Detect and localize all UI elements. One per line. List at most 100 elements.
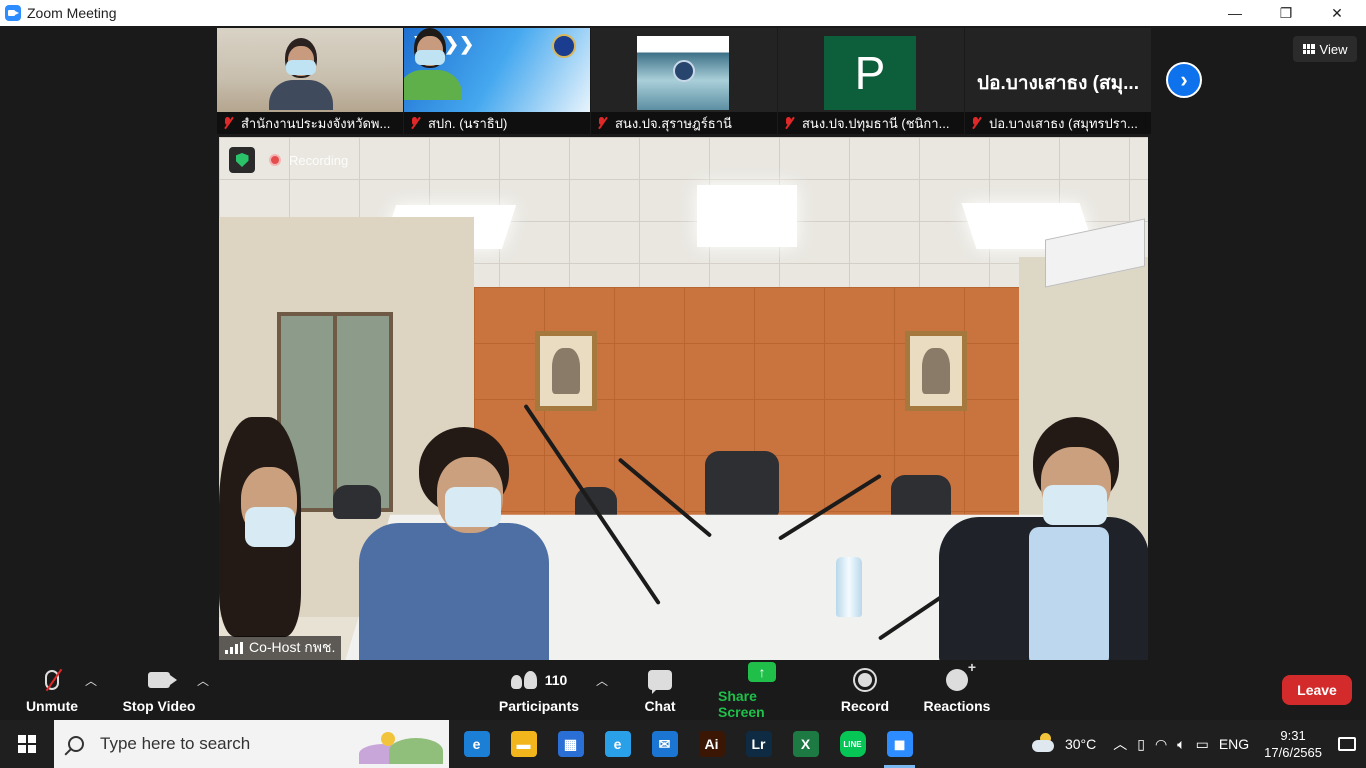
illustrator-icon: Ai — [698, 731, 725, 757]
taskbar-app[interactable]: ▦ — [547, 720, 594, 768]
notification-center-icon[interactable] — [1338, 737, 1356, 751]
participant-man — [349, 427, 569, 660]
participant-name: ปอ.บางเสาธง (สมุทรปรา... — [989, 115, 1138, 131]
water-bottle — [836, 557, 862, 617]
unmute-button[interactable]: Unmute — [22, 660, 82, 720]
view-button[interactable]: View — [1293, 36, 1357, 62]
maximize-button[interactable]: ❐ — [1263, 0, 1309, 26]
clock[interactable]: 9:31 17/6/2565 — [1264, 727, 1322, 761]
taskbar-app[interactable]: e — [594, 720, 641, 768]
start-button[interactable] — [0, 720, 54, 768]
store-icon: ▦ — [557, 731, 584, 757]
windows-taskbar: Type here to search e ▬ ▦ e ✉ Ai Lr X LINE ◼ 30°C… — [0, 720, 1366, 768]
microphone-muted-icon — [45, 670, 59, 690]
participant-display-name: ปอ.บางเสาธง (สมุ... — [977, 73, 1139, 94]
close-button[interactable]: ✕ — [1314, 0, 1360, 26]
minimize-button[interactable]: — — [1212, 0, 1258, 26]
share-screen-icon: ↑ — [748, 662, 776, 682]
taskbar-app[interactable]: Ai — [688, 720, 735, 768]
participant-thumbnail[interactable]: ปอ.บางเสาธง (สมุ... ปอ.บางเสาธง (สมุทรปร… — [965, 28, 1151, 134]
participants-icon — [510, 671, 537, 689]
initial-avatar: P — [824, 36, 916, 110]
participant-person — [269, 38, 333, 110]
leave-button[interactable]: Leave — [1282, 675, 1352, 705]
search-placeholder: Type here to search — [100, 734, 251, 753]
banner-chevron-icon: ❯❯ — [444, 34, 475, 54]
taskbar-app[interactable]: LINE — [829, 720, 876, 768]
participants-button[interactable]: 110 Participants — [498, 660, 580, 720]
search-highlight-illustration — [359, 726, 443, 764]
battery-icon[interactable]: ▭ — [1196, 736, 1209, 753]
active-speaker-video[interactable]: Recording Co-Host กพช. — [219, 137, 1148, 660]
portrait-frame — [905, 331, 967, 411]
participant-woman-left — [219, 417, 309, 660]
tray-overflow-chevron-icon[interactable]: ︿ — [1113, 734, 1127, 754]
participant-thumbnail[interactable]: ❯❯ ❯❯ สปก. (นราธิป) — [404, 28, 590, 134]
taskbar-search-box[interactable]: Type here to search — [54, 720, 449, 768]
participant-name: สนง.ปจ.ปทุมธานี (ชนิกา... — [802, 115, 950, 131]
recording-label: Recording — [289, 152, 349, 168]
windows-logo-icon — [18, 735, 36, 753]
taskbar-app[interactable]: Lr — [735, 720, 782, 768]
reactions-smiley-icon — [946, 659, 976, 691]
record-label: Record — [840, 698, 890, 714]
share-screen-button[interactable]: ↑ Share Screen — [718, 660, 806, 720]
thumbnail-name-bar: สนง.ปจ.สุราษฎร์ธานี — [591, 112, 777, 134]
input-language[interactable]: ENG — [1219, 736, 1249, 752]
system-tray: 30°C ︿ ▯ ◠ 🔈︎ ▭ ENG 9:31 17/6/2565 — [1031, 720, 1366, 768]
ceiling-light — [697, 185, 797, 247]
audio-options-chevron-icon[interactable]: ︿ — [85, 672, 97, 689]
participant-thumbnail[interactable]: สนง.ปจ.สุราษฎร์ธานี — [591, 28, 777, 134]
taskbar-app[interactable]: ◼ — [876, 720, 923, 768]
portrait-frame — [535, 331, 597, 411]
meeting-toolbar: Unmute ︿ Stop Video ︿ 110 Participants ︿… — [0, 659, 1366, 720]
video-options-chevron-icon[interactable]: ︿ — [197, 672, 209, 689]
view-button-label: View — [1319, 41, 1348, 57]
weather-cloud-icon[interactable] — [1031, 733, 1054, 752]
taskbar-app[interactable]: X — [782, 720, 829, 768]
device-icon[interactable]: ▯ — [1137, 736, 1145, 753]
record-button[interactable]: Record — [836, 660, 894, 720]
mic-muted-icon — [782, 116, 796, 130]
participants-count: 110 — [544, 672, 568, 688]
mic-muted-icon — [221, 116, 235, 130]
participant-thumbnail[interactable]: สำนักงานประมงจังหวัดพ... — [217, 28, 403, 134]
thumbnail-name-bar: สปก. (นราธิป) — [404, 112, 590, 134]
taskbar-app[interactable]: ✉ — [641, 720, 688, 768]
zoom-icon: ◼ — [886, 731, 913, 757]
file-explorer-icon: ▬ — [510, 731, 537, 757]
thumbnail-name-bar: ปอ.บางเสาธง (สมุทรปรา... — [965, 112, 1151, 134]
next-page-arrow-icon[interactable]: › — [1166, 62, 1202, 98]
participant-woman-right — [929, 417, 1148, 660]
lightroom-icon: Lr — [745, 731, 772, 757]
taskbar-app[interactable]: ▬ — [500, 720, 547, 768]
participant-name: สปก. (นราธิป) — [428, 115, 508, 131]
share-screen-label: Share Screen — [718, 688, 765, 720]
reactions-button[interactable]: Reactions — [922, 659, 992, 720]
security-shield-icon[interactable] — [229, 147, 255, 173]
title-bar: Zoom Meeting — ❐ ✕ — [0, 0, 1366, 26]
participant-name: สำนักงานประมงจังหวัดพ... — [241, 115, 391, 131]
participant-thumbnail[interactable]: P สนง.ปจ.ปทุมธานี (ชนิกา... — [778, 28, 964, 134]
taskbar-app[interactable]: e — [453, 720, 500, 768]
participant-strip: สำนักงานประมงจังหวัดพ... ❯❯ ❯❯ สปก. (นรา… — [217, 28, 1151, 134]
volume-icon[interactable]: 🔈︎ — [1177, 736, 1185, 753]
active-speaker-name: Co-Host กพช. — [249, 639, 336, 655]
participants-options-chevron-icon[interactable]: ︿ — [596, 672, 608, 689]
chair — [705, 451, 779, 517]
clock-time: 9:31 — [1280, 728, 1306, 743]
temperature[interactable]: 30°C — [1065, 736, 1096, 752]
unmute-label: Unmute — [25, 698, 79, 714]
internet-explorer-icon: e — [604, 731, 631, 757]
excel-icon: X — [792, 731, 819, 757]
reactions-label: Reactions — [923, 698, 991, 714]
grid-view-icon — [1302, 44, 1315, 54]
chat-button[interactable]: Chat — [630, 660, 690, 720]
stop-video-button[interactable]: Stop Video — [120, 660, 198, 720]
wifi-icon[interactable]: ◠ — [1155, 736, 1167, 753]
thumbnail-name-bar: สนง.ปจ.ปทุมธานี (ชนิกา... — [778, 112, 964, 134]
zoom-app-icon — [5, 5, 21, 21]
search-icon — [68, 736, 84, 752]
chat-bubble-icon — [648, 670, 672, 694]
agency-seal-icon — [552, 34, 576, 58]
